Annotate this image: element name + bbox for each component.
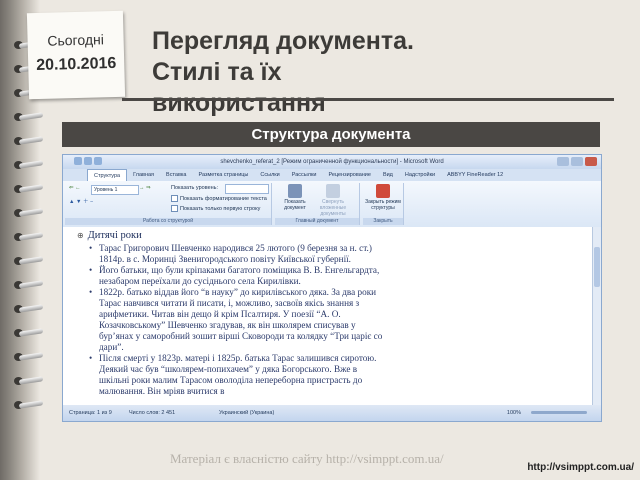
- checkbox[interactable]: [171, 195, 178, 202]
- tab-outline[interactable]: Структура: [87, 169, 128, 181]
- show-level-control[interactable]: Показать уровень:: [171, 185, 218, 191]
- demote-arrows-icon[interactable]: → ⇒: [139, 185, 151, 191]
- group-caption: Закрыть: [363, 218, 403, 225]
- group-caption: Главный документ: [275, 218, 359, 225]
- title-line: використання: [152, 89, 326, 117]
- language-indicator[interactable]: Украинский (Украина): [219, 405, 274, 421]
- quick-access-toolbar: [67, 157, 111, 167]
- show-document-label: Показать документ: [284, 199, 306, 211]
- scrollbar-thumb[interactable]: [594, 247, 600, 287]
- document-body[interactable]: ⊕ Дитячі роки Тарас Григорович Шевченко …: [63, 227, 593, 405]
- spiral-ring: [14, 304, 44, 314]
- save-icon[interactable]: [84, 157, 92, 165]
- word-count[interactable]: Число слов: 2 451: [129, 405, 175, 421]
- section-bar: Структура документа: [62, 122, 600, 147]
- close-icon[interactable]: [585, 157, 597, 166]
- window-title: shevchenko_referat_2 [Режим ограниченной…: [220, 159, 444, 165]
- collapse-subdocuments-label: Свернуть вложенные документы: [319, 199, 347, 217]
- spiral-ring: [14, 352, 44, 362]
- move-up-down-icon[interactable]: ▲ ▼ ＋ −: [69, 197, 93, 205]
- today-label: Сьогодні: [47, 31, 105, 49]
- show-level-label: Показать уровень:: [171, 185, 219, 191]
- zoom-level[interactable]: 100%: [507, 405, 521, 421]
- spiral-ring: [14, 256, 44, 266]
- tab-review[interactable]: Рецензирование: [322, 169, 376, 181]
- page-indicator[interactable]: Страница: 1 из 9: [69, 405, 112, 421]
- first-line-option[interactable]: Показать только первую строку: [171, 205, 260, 212]
- level-combo[interactable]: Уровень 1: [91, 185, 139, 195]
- site-link[interactable]: http://vsimppt.com.ua/: [527, 462, 634, 473]
- show-formatting-label: Показать форматирование текста: [180, 195, 267, 202]
- close-outline-icon: [376, 184, 390, 198]
- title-line: Перегляд документа.: [152, 27, 414, 55]
- tab-page-layout[interactable]: Разметка страницы: [192, 169, 254, 181]
- minimize-icon[interactable]: [557, 157, 569, 166]
- tab-home[interactable]: Главная: [127, 169, 160, 181]
- ribbon-tabs: Структура Главная Вставка Разметка стран…: [63, 169, 601, 181]
- spiral-ring: [14, 376, 44, 386]
- document-icon: [288, 184, 302, 198]
- outline-heading[interactable]: ⊕ Дитячі роки: [77, 230, 142, 241]
- heading-text: Дитячі роки: [87, 230, 142, 241]
- collapse-subdocuments-button[interactable]: Свернуть вложенные документы: [315, 184, 351, 217]
- vertical-scrollbar[interactable]: [592, 227, 601, 405]
- word-titlebar: shevchenko_referat_2 [Режим ограниченной…: [63, 155, 601, 169]
- zoom-slider[interactable]: [531, 411, 587, 414]
- tab-abbyy[interactable]: ABBYY FineReader 12: [441, 169, 509, 181]
- spiral-ring: [14, 328, 44, 338]
- show-level-combo[interactable]: [225, 184, 269, 194]
- outline-bullets: Тарас Григорович Шевченко народився 25 л…: [89, 243, 389, 397]
- spiral-ring: [14, 160, 44, 170]
- first-line-label: Показать только первую строку: [180, 205, 261, 212]
- master-document-group: Показать документ Свернуть вложенные док…: [275, 183, 360, 225]
- tab-mailings[interactable]: Рассылки: [286, 169, 323, 181]
- office-button-icon[interactable]: [74, 157, 82, 165]
- spiral-ring: [14, 184, 44, 194]
- group-caption: Работа со структурой: [65, 218, 271, 225]
- show-document-button[interactable]: Показать документ: [277, 184, 313, 211]
- spiral-ring: [14, 400, 44, 410]
- outline-expand-icon[interactable]: ⊕: [77, 231, 85, 240]
- title-divider: [122, 98, 614, 101]
- word-screenshot: shevchenko_referat_2 [Режим ограниченной…: [62, 154, 602, 422]
- tab-insert[interactable]: Вставка: [160, 169, 192, 181]
- spiral-ring: [14, 112, 44, 122]
- close-group: Закрыть режим структуры Закрыть: [363, 183, 404, 225]
- outline-tools-group: ⇐ ← Уровень 1 → ⇒ ▲ ▼ ＋ − Показать урове…: [65, 183, 272, 225]
- spiral-ring: [14, 208, 44, 218]
- title-line: Стилі та їх: [152, 58, 282, 86]
- list-item[interactable]: 1822р. батько віддав його “в науку” до к…: [89, 287, 389, 353]
- list-item[interactable]: Тарас Григорович Шевченко народився 25 л…: [89, 243, 389, 265]
- spiral-ring: [14, 280, 44, 290]
- tab-addins[interactable]: Надстройки: [399, 169, 441, 181]
- close-outline-label: Закрыть режим структуры: [365, 199, 401, 211]
- watermark: Матеріал є власністю сайту http://vsimpp…: [170, 451, 444, 466]
- checkbox[interactable]: [171, 205, 178, 212]
- list-item[interactable]: Його батьки, що були кріпаками багатого …: [89, 265, 389, 287]
- tab-references[interactable]: Ссылки: [254, 169, 285, 181]
- maximize-icon[interactable]: [571, 157, 583, 166]
- window-controls: [555, 157, 597, 172]
- close-outline-button[interactable]: Закрыть режим структуры: [365, 184, 401, 211]
- slide-title: Перегляд документа. Стилі та їх використ…: [152, 26, 482, 118]
- date-value: 20.10.2016: [35, 54, 117, 75]
- spiral-ring: [14, 232, 44, 242]
- date-note: Сьогодні 20.10.2016: [26, 10, 126, 100]
- status-bar: Страница: 1 из 9 Число слов: 2 451 Украи…: [63, 405, 601, 421]
- list-item[interactable]: Після смерті у 1823р. матері і 1825р. ба…: [89, 353, 389, 397]
- show-formatting-option[interactable]: Показать форматирование текста: [171, 195, 267, 202]
- ribbon: ⇐ ← Уровень 1 → ⇒ ▲ ▼ ＋ − Показать урове…: [63, 181, 601, 228]
- subdocument-icon: [326, 184, 340, 198]
- undo-icon[interactable]: [94, 157, 102, 165]
- spiral-ring: [14, 136, 44, 146]
- tab-view[interactable]: Вид: [377, 169, 399, 181]
- promote-arrows-icon[interactable]: ⇐ ←: [69, 185, 81, 191]
